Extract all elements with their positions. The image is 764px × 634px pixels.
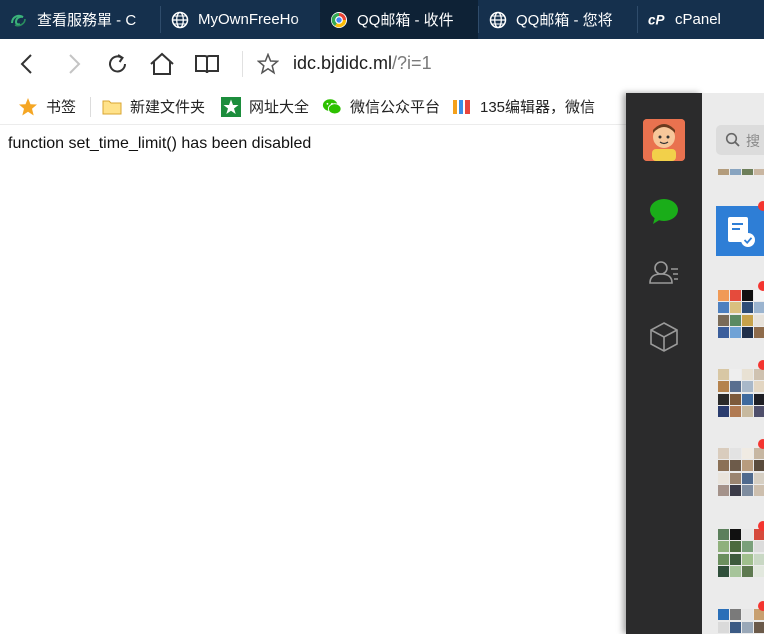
bookmark-web-directory[interactable]: 网址大全 — [221, 89, 309, 124]
mini-programs-tab[interactable] — [641, 313, 689, 361]
avatar[interactable] — [643, 119, 685, 161]
bookmark-label: 微信公众平台 — [350, 99, 441, 116]
chat-item-group-4[interactable] — [718, 529, 764, 577]
bookmark-135-editor[interactable]: 135编辑器，微信 — [452, 89, 602, 124]
chats-tab[interactable] — [641, 186, 689, 234]
back-button[interactable] — [13, 49, 43, 79]
url-host: idc.bjdidc.ml — [293, 53, 393, 73]
tab-label: cPanel — [675, 11, 721, 28]
tab-label: MyOwnFreeHo — [198, 11, 299, 28]
globe-icon — [489, 11, 507, 29]
star-icon — [18, 97, 38, 117]
unread-badge — [758, 360, 764, 370]
file-transfer-icon — [716, 206, 764, 256]
globe-icon — [171, 11, 189, 29]
bookmark-new-folder[interactable]: 新建文件夹 — [102, 89, 205, 124]
wechat-icon — [322, 97, 342, 117]
wechat-search-input[interactable]: 搜 — [716, 125, 764, 155]
unread-badge — [758, 521, 764, 531]
unread-badge — [758, 439, 764, 449]
svg-text:cP: cP — [648, 12, 666, 27]
bookmark-star-button[interactable] — [253, 49, 283, 79]
chat-item-group-1[interactable] — [718, 290, 764, 338]
tab-label: QQ邮箱 - 您将 — [516, 12, 613, 29]
unread-badge — [758, 281, 764, 291]
tab-label: 查看服務單 - C — [37, 12, 137, 29]
contacts-icon — [649, 261, 678, 284]
contacts-tab[interactable] — [641, 250, 689, 298]
search-placeholder: 搜 — [746, 133, 760, 149]
bookmark-bookmarks[interactable]: 书签 — [18, 89, 76, 124]
browser-toolbar: idc.bjdidc.ml/?i=1 — [0, 39, 764, 89]
page-error-message: function set_time_limit() has been disab… — [8, 135, 312, 152]
wechat-sidebar — [626, 93, 702, 634]
tab-cpanel[interactable]: cP cPanel — [638, 0, 764, 39]
folder-icon — [102, 97, 122, 117]
wechat-chat-list: 搜 — [702, 93, 764, 634]
web-directory-icon — [221, 96, 241, 117]
tab-label: QQ邮箱 - 收件 — [357, 12, 454, 29]
wechat-window: 搜 — [626, 93, 764, 634]
cpanel-icon: cP — [648, 11, 666, 29]
bookmark-label: 135编辑器，微信 — [480, 99, 596, 116]
qq-mail-icon — [330, 11, 348, 29]
address-bar[interactable]: idc.bjdidc.ml/?i=1 — [293, 53, 432, 74]
bookmark-divider — [90, 97, 91, 117]
star-outline-icon — [257, 53, 279, 75]
forward-button[interactable] — [58, 49, 88, 79]
chat-item-group-2[interactable] — [718, 369, 764, 417]
reading-mode-button[interactable] — [192, 49, 222, 79]
bookmark-label: 网址大全 — [249, 99, 310, 116]
chat-item-group-3[interactable] — [718, 448, 764, 496]
cloud-logo-icon — [10, 11, 28, 29]
tab-strip: 查看服務單 - C MyOwnFreeHo QQ邮箱 - 收件 QQ邮箱 - 您… — [0, 0, 764, 39]
bookmark-label: 书签 — [46, 99, 77, 116]
chat-item-group-5[interactable] — [718, 609, 764, 634]
bookmark-wechat-platform[interactable]: 微信公众平台 — [322, 89, 440, 124]
chat-item-notification[interactable] — [716, 206, 764, 256]
bookmark-label: 新建文件夹 — [130, 99, 206, 116]
editor-135-icon — [452, 97, 472, 117]
chat-avatar-group — [718, 169, 764, 175]
reload-button[interactable] — [103, 49, 133, 79]
unread-badge — [758, 601, 764, 611]
chats-icon — [650, 199, 678, 224]
cube-icon — [650, 322, 678, 352]
forward-arrow-icon — [69, 54, 81, 74]
tab-qq-mail-notice[interactable]: QQ邮箱 - 您将 — [479, 0, 637, 39]
unread-badge — [758, 201, 764, 211]
home-icon — [150, 52, 174, 75]
toolbar-divider — [242, 51, 243, 77]
back-arrow-icon — [20, 54, 32, 74]
url-query: /?i=1 — [392, 53, 432, 73]
tab-myownfreehost[interactable]: MyOwnFreeHo — [161, 0, 320, 39]
book-icon — [195, 55, 219, 74]
tab-qq-mail-inbox[interactable]: QQ邮箱 - 收件 — [320, 0, 478, 39]
tab-service-ticket[interactable]: 查看服務單 - C — [0, 0, 160, 39]
home-button[interactable] — [147, 49, 177, 79]
reload-icon — [109, 54, 126, 73]
search-icon — [725, 132, 740, 147]
